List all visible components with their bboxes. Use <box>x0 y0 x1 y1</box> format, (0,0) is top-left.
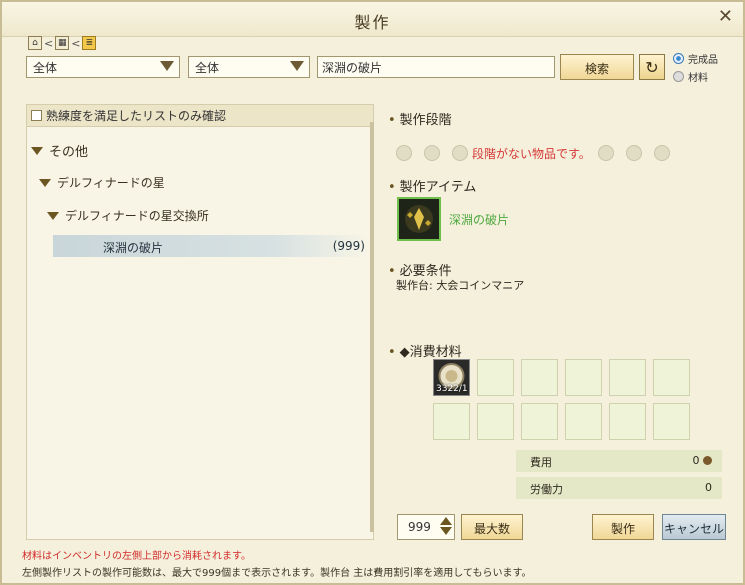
labor-label: 労働力 <box>530 483 563 496</box>
proficiency-filter[interactable]: 熟練度を満足したリストのみ確認 <box>27 105 373 127</box>
tree-item-label: デルフィナードの星 <box>57 176 165 190</box>
expand-triangle-icon <box>47 211 59 220</box>
tree-item-delphinad-exchange[interactable]: デルフィナードの星交換所 <box>47 207 209 224</box>
divider-scrollbar[interactable] <box>370 122 374 532</box>
category-select-2-value: 全体 <box>195 61 220 75</box>
material-slot[interactable]: 3322/1 <box>433 359 470 396</box>
cost-row: 費用 0 <box>516 450 722 472</box>
stage-dot <box>654 145 670 161</box>
craft-item-heading: • 製作アイテム <box>388 180 477 195</box>
material-slot[interactable] <box>477 403 514 440</box>
materials-title: ◆消費材料 <box>399 345 462 360</box>
tree-item-label: デルフィナードの星交換所 <box>65 209 209 223</box>
craft-button[interactable]: 製作 <box>592 514 654 540</box>
material-slot[interactable] <box>565 359 602 396</box>
close-icon[interactable]: ✕ <box>718 6 733 27</box>
breadcrumb: ⌂ < ▦ < ≣ <box>28 35 97 51</box>
stage-dot <box>396 145 412 161</box>
material-slot[interactable] <box>565 403 602 440</box>
cost-label: 費用 <box>530 456 552 469</box>
radio-selected-icon <box>673 53 684 64</box>
abyss-shard-item-icon[interactable] <box>397 197 441 241</box>
breadcrumb-separator: < <box>44 36 54 50</box>
quantity-stepper[interactable]: 999 <box>397 514 455 540</box>
stepper-arrows[interactable] <box>440 517 452 535</box>
material-notice: 材料はインベントリの左側上部から消耗されます。 <box>22 551 251 562</box>
list-icon[interactable]: ≣ <box>82 36 97 50</box>
coin-icon <box>703 456 712 465</box>
finished-radio-label: 完成品 <box>688 55 718 66</box>
expand-triangle-icon <box>39 178 51 187</box>
craft-stage-heading: • 製作段階 <box>388 113 452 128</box>
material-slot[interactable] <box>609 359 646 396</box>
quantity-value: 999 <box>408 520 431 534</box>
cancel-button[interactable]: キャンセル <box>662 514 726 540</box>
labor-value: 0 <box>705 481 712 494</box>
stepper-up-icon[interactable] <box>440 517 452 525</box>
stage-dot <box>424 145 440 161</box>
craft-stage-title: 製作段階 <box>399 113 452 128</box>
recipe-craftable-count: (999) <box>332 239 365 253</box>
category-select-1-value: 全体 <box>33 61 58 75</box>
material-slot[interactable] <box>521 403 558 440</box>
material-slot[interactable] <box>653 359 690 396</box>
crafting-window: 製作 ✕ ⌂ < ▦ < ≣ 全体 全体 深淵の破片 検索 ↻ 完成品 材料 熟… <box>0 0 745 585</box>
checkbox[interactable] <box>31 110 42 121</box>
material-radio[interactable]: 材料 <box>673 69 708 84</box>
radio-unselected-icon <box>673 71 684 82</box>
material-slot[interactable] <box>477 359 514 396</box>
window-title: 製作 <box>354 13 391 32</box>
search-input[interactable]: 深淵の破片 <box>317 56 555 78</box>
chevron-down-icon <box>160 61 174 71</box>
tree-item-label: その他 <box>49 145 89 160</box>
refresh-icon[interactable]: ↻ <box>639 54 665 80</box>
stage-dot <box>452 145 468 161</box>
max-quantity-button[interactable]: 最大数 <box>461 514 523 540</box>
stage-dot <box>626 145 642 161</box>
category-select-2[interactable]: 全体 <box>188 56 310 78</box>
craft-item-name: 深淵の破片 <box>449 213 510 227</box>
no-stage-message: 段階がない物品です。 <box>472 147 591 161</box>
labor-row: 労働力 0 <box>516 477 722 499</box>
materials-heading: • ◆消費材料 <box>388 345 462 360</box>
stage-dot <box>598 145 614 161</box>
material-slot[interactable] <box>653 403 690 440</box>
material-slot[interactable] <box>609 403 646 440</box>
home-icon[interactable]: ⌂ <box>28 36 42 50</box>
recipe-row-selected[interactable]: 深淵の破片 (999) <box>53 235 369 257</box>
material-slot[interactable] <box>521 359 558 396</box>
finished-radio[interactable]: 完成品 <box>673 51 718 66</box>
search-button[interactable]: 検索 <box>560 54 634 80</box>
cost-amount: 0 <box>692 454 700 467</box>
chevron-down-icon <box>290 61 304 71</box>
tree-item-other[interactable]: その他 <box>31 141 88 160</box>
category-select-1[interactable]: 全体 <box>26 56 180 78</box>
material-slot[interactable] <box>433 403 470 440</box>
craft-limit-notice: 左側製作リストの製作可能数は、最大で999個まで表示されます。製作台 主は費用割… <box>22 568 532 579</box>
cost-value: 0 <box>692 454 712 467</box>
tree-item-delphinad-star[interactable]: デルフィナードの星 <box>39 174 165 191</box>
stepper-down-icon[interactable] <box>440 527 452 535</box>
expand-triangle-icon <box>31 146 43 155</box>
material-count: 3322/1 <box>436 384 468 394</box>
title-bar[interactable]: 製作 ✕ <box>2 2 743 37</box>
recipe-name: 深淵の破片 <box>103 241 164 255</box>
material-radio-label: 材料 <box>688 73 708 84</box>
craft-item-title: 製作アイテム <box>399 180 477 195</box>
requirement-text: 製作台: 大会コインマニア <box>396 279 525 292</box>
proficiency-filter-label: 熟練度を満足したリストのみ確認 <box>46 109 227 123</box>
breadcrumb-separator: < <box>71 36 81 50</box>
recipe-list-panel: 熟練度を満足したリストのみ確認 その他 デルフィナードの星 デルフィナードの星交… <box>26 104 374 540</box>
grid-icon[interactable]: ▦ <box>55 36 70 50</box>
abyss-shard-icon <box>405 205 433 233</box>
